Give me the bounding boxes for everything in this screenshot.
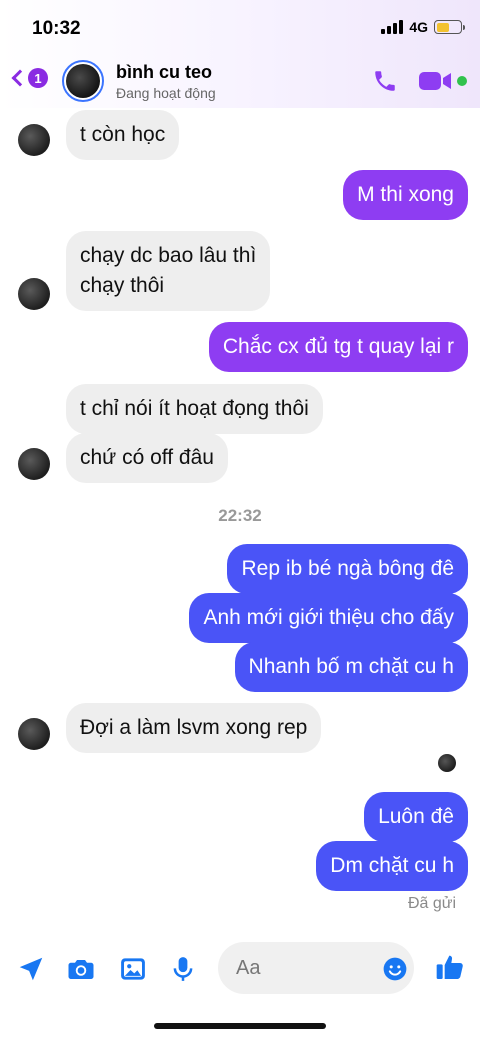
message-outgoing[interactable]: M thi xong [343,170,468,220]
thumbs-up-icon[interactable] [434,950,466,984]
contact-status: Đang hoạt động [116,85,216,101]
message-outgoing[interactable]: Nhanh bố m chặt cu h [234,642,468,692]
status-indicators: 4G [381,19,465,35]
timestamp-divider: 22:32 [218,506,262,525]
sender-avatar[interactable] [18,278,50,310]
contact-name[interactable]: bình cu teo [116,62,212,83]
phone-icon[interactable] [372,68,398,94]
message-line: chạy thôi [80,274,165,297]
online-indicator [457,76,467,86]
sender-avatar[interactable] [18,718,50,750]
location-arrow-icon[interactable] [16,954,46,984]
emoji-icon[interactable] [382,956,408,982]
message-incoming-multiline[interactable]: chạy dc bao lâu thì chạy thôi [66,231,271,311]
message-outgoing[interactable]: Anh mới giới thiệu cho đấy [189,593,468,643]
home-indicator [154,1023,326,1029]
message-outgoing[interactable]: Luôn đê [364,792,468,842]
message-incoming[interactable]: t còn học [66,110,180,160]
message-line: chạy dc bao lâu thì [80,244,257,267]
message-incoming[interactable]: chứ có off đâu [66,433,228,483]
gallery-icon[interactable] [118,954,148,984]
camera-icon[interactable] [66,954,96,984]
battery-icon [434,20,465,34]
microphone-icon[interactable] [168,954,198,984]
sender-avatar[interactable] [18,124,50,156]
network-type: 4G [409,19,428,35]
sender-avatar[interactable] [18,448,50,480]
back-button[interactable]: 1 [11,68,48,88]
message-incoming[interactable]: Đợi a làm lsvm xong rep [66,703,322,753]
message-outgoing[interactable]: Rep ib bé ngà bông đê [227,544,468,594]
message-input[interactable] [236,954,376,982]
status-time: 10:32 [32,18,81,39]
message-outgoing[interactable]: Dm chặt cu h [316,841,468,891]
delivery-status: Đã gửi [407,895,456,912]
message-outgoing[interactable]: Chắc cx đủ tg t quay lại r [208,322,468,372]
signal-icon [381,20,404,34]
seen-indicator-avatar [438,754,456,772]
unread-count-badge: 1 [28,68,48,88]
contact-avatar[interactable] [62,60,104,102]
video-camera-icon[interactable] [419,70,453,92]
back-chevron-icon [11,69,29,87]
message-incoming[interactable]: t chỉ nói ít hoạt đọng thôi [66,384,323,434]
